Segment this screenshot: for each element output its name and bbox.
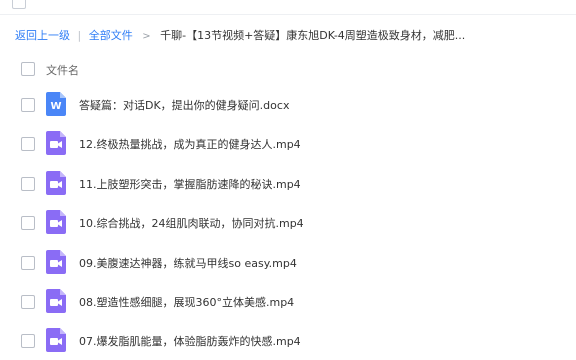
breadcrumb-separator: | (77, 29, 82, 42)
file-row[interactable]: 07.爆发脂肌能量，体验脂肪轰炸的快感.mp4 (0, 320, 576, 360)
video-file-icon (46, 289, 66, 313)
file-row-checkbox[interactable] (21, 176, 35, 191)
video-file-icon (46, 210, 66, 235)
all-files-link[interactable]: 全部文件 (89, 29, 133, 42)
file-row[interactable]: 12.终极热量挑战，成为真正的健身达人.mp4 (0, 123, 576, 163)
file-row-checkbox[interactable] (21, 255, 35, 270)
word-doc-icon: W (46, 92, 66, 116)
file-row[interactable]: 11.上肢塑形突击，掌握脂肪速降的秘诀.mp4 (0, 163, 576, 203)
file-name-link[interactable]: 09.美腹速达神器，练就马甲线so easy.mp4 (79, 255, 297, 271)
current-folder-name: 千聊-【13节视频+答疑】康东旭DK-4周塑造极致身材，减肥... (160, 29, 466, 42)
top-bar (0, 0, 576, 15)
file-row[interactable]: 09.美腹速达神器，练就马甲线so easy.mp4 (0, 242, 576, 282)
file-row-checkbox[interactable] (21, 98, 35, 112)
video-file-icon (46, 249, 66, 274)
column-filename-header[interactable]: 文件名 (46, 62, 79, 78)
file-row-checkbox[interactable] (21, 216, 35, 231)
file-name-link[interactable]: 答疑篇：对话DK，提出你的健身疑问.docx (79, 97, 289, 113)
breadcrumb: 返回上一级 | 全部文件 > 千聊-【13节视频+答疑】康东旭DK-4周塑造极致… (15, 27, 465, 43)
file-name-link[interactable]: 11.上肢塑形突击，掌握脂肪速降的秘诀.mp4 (79, 176, 301, 192)
file-name-link[interactable]: 10.综合挑战，24组肌肉联动，协同对抗.mp4 (79, 215, 304, 231)
file-row[interactable]: 08.塑造性感细腿，展现360°立体美感.mp4 (0, 281, 576, 321)
video-file-icon (46, 131, 66, 156)
file-row-checkbox[interactable] (21, 137, 35, 152)
file-name-link[interactable]: 12.终极热量挑战，成为真正的健身达人.mp4 (79, 136, 301, 152)
back-link[interactable]: 返回上一级 (15, 29, 70, 42)
breadcrumb-arrow-icon: > (142, 31, 151, 42)
file-list-header: 文件名 (0, 54, 576, 84)
word-doc-icon-letter: W (50, 101, 61, 112)
file-name-link[interactable]: 08.塑造性感细腿，展现360°立体美感.mp4 (79, 294, 294, 310)
select-all-checkbox-partial[interactable] (12, 0, 26, 9)
file-name-link[interactable]: 07.爆发脂肌能量，体验脂肪轰炸的快感.mp4 (79, 333, 301, 349)
file-row-checkbox[interactable] (21, 334, 35, 349)
file-row[interactable]: 10.综合挑战，24组肌肉联动，协同对抗.mp4 (0, 202, 576, 242)
file-row[interactable]: W 答疑篇：对话DK，提出你的健身疑问.docx (0, 84, 576, 124)
file-row-checkbox[interactable] (21, 295, 35, 309)
video-file-icon (46, 328, 66, 353)
video-file-icon (46, 170, 66, 195)
select-all-checkbox[interactable] (21, 62, 35, 76)
